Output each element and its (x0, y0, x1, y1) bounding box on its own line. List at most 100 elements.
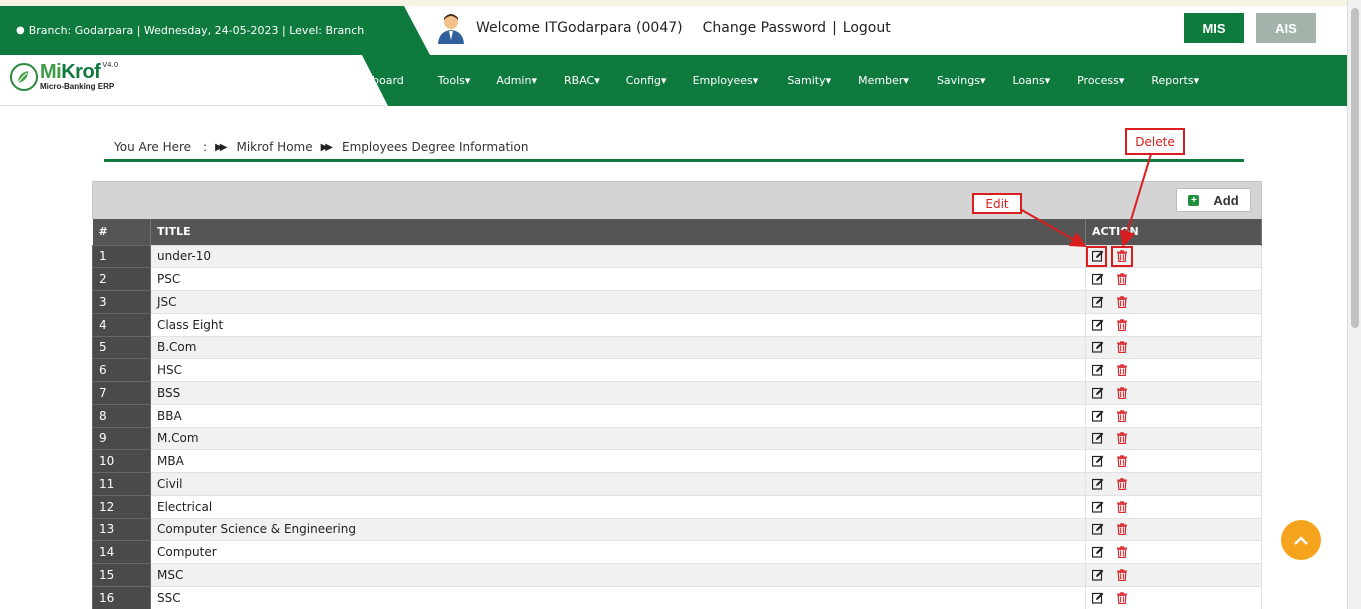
row-actions (1085, 267, 1262, 291)
delete-icon[interactable] (1116, 273, 1128, 286)
menu-tools[interactable]: Tools▾ (438, 74, 471, 87)
menu-config[interactable]: Config▾ (626, 74, 667, 87)
delete-icon[interactable] (1116, 341, 1128, 354)
row-title: Class Eight (150, 312, 1086, 337)
breadcrumb-home[interactable]: Mikrof Home (236, 140, 312, 154)
delete-icon[interactable] (1116, 478, 1128, 490)
row-actions (1085, 290, 1262, 314)
row-title: MBA (150, 449, 1086, 473)
delete-icon[interactable] (1116, 364, 1128, 377)
row-title: M.Com (150, 426, 1086, 451)
edit-icon[interactable] (1092, 432, 1104, 444)
row-index: 9 (92, 426, 151, 451)
delete-icon[interactable] (1116, 387, 1128, 399)
delete-icon[interactable] (1116, 455, 1128, 468)
row-actions (1085, 563, 1262, 587)
edit-icon[interactable] (1092, 296, 1104, 308)
col-header-title: TITLE (150, 219, 1086, 245)
delete-icon[interactable] (1116, 591, 1128, 604)
breadcrumb-prefix: You Are Here (114, 140, 192, 154)
chevron-up-icon (1294, 536, 1308, 545)
ais-button[interactable]: AIS (1256, 13, 1316, 43)
delete-icon[interactable] (1116, 500, 1128, 513)
table-header-row: # TITLE ACTION (92, 219, 1262, 245)
menu-process[interactable]: Process▾ (1077, 74, 1124, 87)
delete-icon[interactable] (1116, 546, 1128, 559)
table-row: 2 PSC (92, 267, 1262, 291)
edit-icon[interactable] (1092, 569, 1104, 581)
row-title: BSS (150, 381, 1086, 405)
delete-icon[interactable] (1116, 432, 1128, 445)
delete-icon[interactable] (1116, 318, 1128, 331)
row-actions (1085, 494, 1262, 519)
row-actions (1085, 585, 1262, 609)
edit-icon[interactable] (1092, 273, 1104, 285)
row-title: PSC (150, 267, 1086, 291)
globe-icon: ● (16, 25, 25, 36)
menu-dashboard[interactable]: board (372, 74, 404, 87)
edit-icon[interactable] (1092, 341, 1104, 353)
panel-header (92, 181, 1262, 219)
mis-button[interactable]: MIS (1184, 13, 1244, 43)
add-button[interactable]: + Add (1176, 188, 1251, 212)
row-actions (1085, 517, 1262, 542)
branch-info-text: Branch: Godarpara | Wednesday, 24-05-202… (28, 24, 365, 37)
menu-reports[interactable]: Reports▾ (1151, 74, 1199, 87)
edit-icon[interactable] (1092, 478, 1104, 490)
row-index: 2 (92, 267, 151, 291)
menu-samity[interactable]: Samity▾ (787, 74, 831, 87)
header-separator: | (832, 20, 837, 36)
col-header-index: # (92, 219, 151, 245)
row-title: MSC (150, 563, 1086, 587)
logout-link[interactable]: Logout (843, 20, 891, 36)
change-password-link[interactable]: Change Password (703, 20, 826, 36)
page-scrollbar[interactable] (1347, 0, 1361, 609)
table-row: 5 B.Com (92, 335, 1262, 360)
table-row: 12 Electrical (92, 494, 1262, 519)
row-title: SSC (150, 585, 1086, 609)
edit-icon[interactable] (1092, 455, 1104, 467)
row-index: 10 (92, 449, 151, 473)
menu-employees[interactable]: Employees▾ (693, 74, 759, 87)
main-menu: board Tools▾ Admin▾ RBAC▾ Config▾ Employ… (372, 55, 1199, 106)
edit-icon[interactable] (1092, 410, 1104, 422)
row-index: 15 (92, 563, 151, 587)
edit-icon[interactable] (1092, 546, 1104, 558)
user-avatar-icon (438, 14, 464, 44)
degree-table: # TITLE ACTION 1 under-10 2 PSC 3 JSC 4 … (92, 219, 1262, 609)
mikrof-logo[interactable]: MiKrof V4.0 Micro-Banking ERP (10, 62, 118, 91)
col-header-action: ACTION (1085, 219, 1262, 245)
menu-savings[interactable]: Savings▾ (937, 74, 986, 87)
delete-icon[interactable] (1116, 523, 1128, 536)
menu-member[interactable]: Member▾ (858, 74, 909, 87)
row-index: 5 (92, 335, 151, 360)
table-row: 9 M.Com (92, 426, 1262, 451)
menu-admin[interactable]: Admin▾ (496, 74, 537, 87)
row-actions (1085, 472, 1262, 496)
menu-loans[interactable]: Loans▾ (1012, 74, 1050, 87)
logo-leaf-icon (10, 62, 38, 91)
edit-icon[interactable] (1092, 501, 1104, 513)
logo-subtitle: Micro-Banking ERP (40, 82, 115, 91)
edit-icon[interactable] (1092, 364, 1104, 376)
delete-highlight (1111, 246, 1133, 267)
delete-icon[interactable] (1116, 569, 1128, 581)
edit-icon[interactable] (1092, 592, 1104, 604)
delete-icon[interactable] (1116, 296, 1128, 308)
table-row: 7 BSS (92, 381, 1262, 405)
table-row: 3 JSC (92, 290, 1262, 314)
row-actions (1085, 312, 1262, 337)
row-title: Computer Science & Engineering (150, 517, 1086, 542)
delete-icon[interactable] (1116, 409, 1128, 422)
logo-version: V4.0 (102, 61, 119, 69)
edit-icon[interactable] (1092, 387, 1104, 399)
edit-icon[interactable] (1092, 319, 1104, 331)
scroll-to-top-button[interactable] (1281, 520, 1321, 560)
scrollbar-thumb[interactable] (1351, 8, 1359, 328)
add-label: Add (1213, 192, 1239, 208)
edit-icon[interactable] (1092, 523, 1104, 535)
row-actions (1085, 426, 1262, 451)
row-index: 7 (92, 381, 151, 405)
menu-rbac[interactable]: RBAC▾ (564, 74, 600, 87)
row-index: 1 (92, 244, 151, 269)
